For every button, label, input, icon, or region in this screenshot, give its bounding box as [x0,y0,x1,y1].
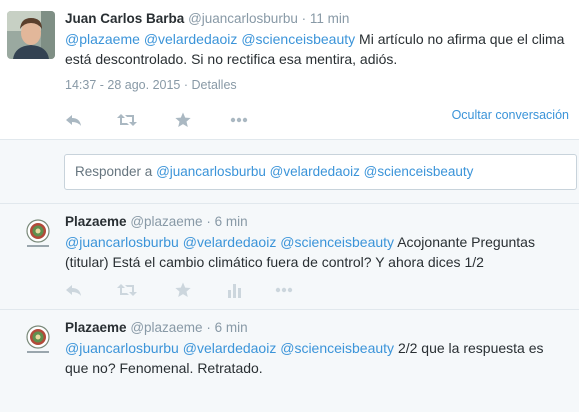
tweet-time[interactable]: 6 min [215,320,248,335]
mention-link[interactable]: @juancarlosburbu [65,234,179,250]
author-fullname[interactable]: Plazaeme [65,320,127,335]
mention-link[interactable]: @scienceisbeauty [280,340,394,356]
author-username[interactable]: @juancarlosburbu [188,11,298,26]
tweet-text: @juancarlosburbu @velardedaoiz @sciencei… [65,338,570,378]
tweet-meta: 14:37 - 28 ago. 2015 · Detalles [65,78,237,92]
tweet-header: Juan Carlos Barba @juancarlosburbu · 11 … [65,11,349,27]
tweet-header: Plazaeme @plazaeme · 6 min [65,214,248,230]
tweet-header: Plazaeme @plazaeme · 6 min [65,320,248,336]
more-icon[interactable] [275,282,293,298]
retweet-icon[interactable] [117,282,137,298]
author-username[interactable]: @plazaeme [130,320,202,335]
author-username[interactable]: @plazaeme [130,214,202,229]
mention-link: @velardedaoiz [269,164,360,179]
tweet-text: @plazaeme @velardedaoiz @scienceisbeauty… [65,29,570,69]
author-fullname[interactable]: Plazaeme [65,214,127,229]
reply-tweet: Plazaeme @plazaeme · 6 min @juancarlosbu… [0,310,579,412]
author-fullname[interactable]: Juan Carlos Barba [65,11,184,26]
tweet-timestamp[interactable]: 14:37 - 28 ago. 2015 [65,78,180,92]
avatar[interactable] [22,218,54,250]
more-icon[interactable] [230,112,248,128]
main-tweet: Juan Carlos Barba @juancarlosburbu · 11 … [0,0,579,139]
reply-tweet: Plazaeme @plazaeme · 6 min @juancarlosbu… [0,204,579,310]
mention-link[interactable]: @velardedaoiz [144,31,238,47]
avatar[interactable] [7,11,55,59]
mention-link[interactable]: @plazaeme [65,31,140,47]
hide-conversation-link[interactable]: Ocultar conversación [452,108,569,122]
avatar[interactable] [22,324,54,356]
tweet-time[interactable]: 11 min [310,11,350,26]
mention-link[interactable]: @velardedaoiz [183,340,277,356]
favorite-icon[interactable] [175,112,193,128]
tweet-time[interactable]: 6 min [215,214,248,229]
mention-link[interactable]: @juancarlosburbu [65,340,179,356]
tweet-text: @juancarlosburbu @velardedaoiz @sciencei… [65,232,570,272]
mention-link[interactable]: @scienceisbeauty [280,234,394,250]
separator: · [183,78,192,92]
reply-icon[interactable] [65,282,83,298]
favorite-icon[interactable] [175,282,193,298]
retweet-icon[interactable] [117,112,137,128]
mention-link: @scienceisbeauty [363,164,474,179]
reply-icon[interactable] [65,112,83,128]
reply-area: Responder a @juancarlosburbu @velardedao… [0,139,579,204]
analytics-icon[interactable] [228,282,246,298]
separator: · [206,320,211,335]
mention-link[interactable]: @velardedaoiz [183,234,277,250]
reply-prefix: Responder a [75,164,153,179]
separator: · [206,214,211,229]
reply-input[interactable]: Responder a @juancarlosburbu @velardedao… [64,154,577,190]
mention-link: @juancarlosburbu [156,164,266,179]
mention-link[interactable]: @scienceisbeauty [241,31,355,47]
details-link[interactable]: Detalles [192,78,237,92]
separator: · [301,11,307,26]
